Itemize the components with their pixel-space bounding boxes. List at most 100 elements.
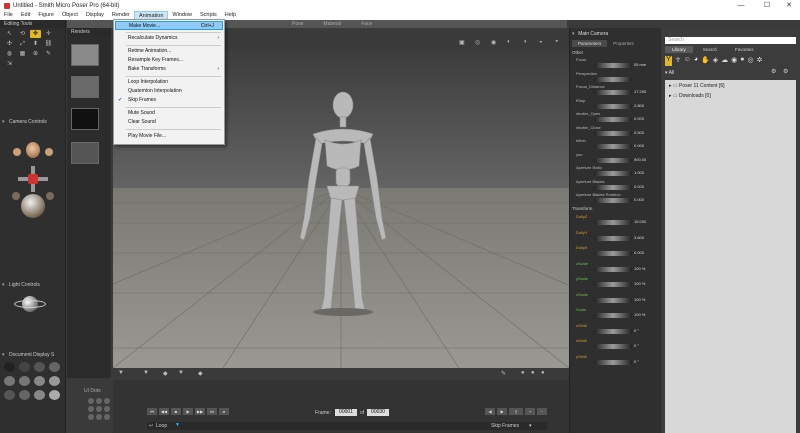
param-row[interactable]: Focal 55 mm — [576, 57, 660, 71]
twist-icon[interactable]: ✥ — [30, 30, 41, 38]
tab-favorites[interactable]: Favorites — [727, 46, 762, 53]
param-value[interactable]: 0 ° — [634, 343, 639, 348]
param-dial[interactable] — [594, 171, 632, 176]
expand-triangle-icon[interactable]: ▸ — [669, 83, 672, 89]
tab-properties[interactable]: Properties — [607, 40, 640, 47]
poses-icon[interactable]: ☥ — [675, 56, 680, 66]
view-magnifier-icon[interactable]: ⊕ — [30, 50, 41, 58]
param-row[interactable]: Aperture Blades Rotation 0.000 — [576, 192, 660, 206]
param-row[interactable]: shutter_Close 0.500 — [576, 125, 660, 139]
collapse-triangle-icon[interactable]: ▾ — [2, 282, 5, 288]
param-row[interactable]: Aperture Blades 0.000 — [576, 179, 660, 193]
param-row[interactable]: DollyY 3.600 — [576, 230, 660, 244]
total-frames-input[interactable]: 00030 — [367, 409, 389, 416]
param-value[interactable]: 0.000 — [634, 116, 644, 121]
dropdown-arrow-icon[interactable]: ▾ — [529, 423, 532, 429]
dot-icon[interactable]: ● — [531, 370, 535, 376]
library-action-icon[interactable]: ⚙ — [783, 68, 788, 75]
tab-parameters[interactable]: Parameters — [572, 40, 608, 47]
menu-item-bake-transforms[interactable]: Bake Transforms › — [115, 65, 223, 74]
camera-name[interactable]: Main Camera — [578, 31, 608, 37]
param-dial[interactable] — [594, 220, 632, 225]
param-dial[interactable] — [594, 103, 632, 109]
menu-item-loop-interpolation[interactable]: Loop Interpolation — [115, 78, 223, 87]
param-row[interactable]: yOrbit 0 ° — [576, 354, 660, 368]
param-dial[interactable] — [594, 90, 632, 95]
viewport-option-icon[interactable]: ▼ — [178, 370, 184, 376]
remove-key-button[interactable]: − — [537, 408, 547, 415]
view-icon[interactable]: ◉ — [491, 39, 496, 46]
param-value[interactable]: 0 ° — [634, 359, 639, 364]
lights-icon[interactable]: ☁ — [721, 56, 728, 66]
param-row[interactable]: zScale 100 % — [576, 261, 660, 275]
dot-icon[interactable]: ● — [541, 370, 545, 376]
display-style-lined-icon[interactable] — [4, 376, 15, 386]
menu-edit[interactable]: Edit — [17, 11, 34, 20]
loop-icon[interactable]: ↩ — [149, 423, 153, 429]
param-dial[interactable] — [594, 282, 632, 287]
playhead-icon[interactable]: ▼ — [175, 422, 180, 428]
menu-item-clear-sound[interactable]: Clear Sound — [115, 118, 223, 127]
menu-item-mute-sound[interactable]: Mute Sound — [115, 109, 223, 118]
param-row[interactable]: xOrbit 0 ° — [576, 338, 660, 352]
param-value[interactable]: 3.600 — [634, 235, 644, 240]
render-thumbnail[interactable] — [71, 76, 99, 98]
param-value[interactable]: 100 % — [634, 297, 645, 302]
param-dial[interactable] — [594, 198, 632, 203]
display-style-outline-icon[interactable] — [19, 362, 30, 372]
transform-section-title[interactable]: Transform — [572, 206, 592, 211]
color-icon[interactable]: ◍ — [4, 50, 15, 58]
materials-icon[interactable]: ● — [740, 56, 744, 66]
param-dial[interactable] — [594, 251, 632, 256]
display-style-silhouette-icon[interactable] — [4, 362, 15, 372]
frame-input[interactable]: 00001 — [335, 409, 357, 416]
display-style-flat-icon[interactable] — [19, 376, 30, 386]
minimize-button[interactable]: — — [730, 0, 752, 11]
display-style-hidden-line-icon[interactable] — [49, 362, 60, 372]
display-style-comic-icon[interactable] — [49, 390, 60, 400]
render-thumbnail[interactable] — [71, 142, 99, 164]
ui-dot-icon[interactable] — [88, 398, 94, 404]
figures-icon[interactable]: ϒ — [665, 56, 673, 66]
param-value[interactable]: 0.500 — [634, 130, 644, 135]
viewport-option-icon[interactable]: ◆ — [163, 370, 168, 377]
morph-brush-icon[interactable]: ✎ — [43, 50, 54, 58]
prev-key-button[interactable]: ◀ — [485, 408, 495, 415]
expressions-icon[interactable]: ☺ — [684, 56, 691, 66]
camera-plane-left-icon[interactable] — [12, 192, 20, 200]
ui-dot-icon[interactable] — [104, 414, 110, 420]
trackball-icon[interactable] — [21, 194, 45, 218]
timeline-scrubber[interactable]: ↩ Loop ▼ Skip Frames ▾ — [147, 422, 547, 430]
record-button[interactable]: ● — [219, 408, 229, 415]
taper-icon[interactable]: ⬍ — [30, 40, 41, 48]
tree-node[interactable]: ▸ ▭ Downloads [0] — [669, 93, 711, 99]
param-dial[interactable] — [594, 344, 632, 349]
prev-frame-button[interactable]: ◀◀ — [159, 408, 169, 415]
param-row[interactable]: Scale 100 % — [576, 307, 660, 321]
param-dial[interactable] — [594, 328, 632, 334]
scripts-icon[interactable]: ✲ — [757, 56, 763, 66]
param-value[interactable]: 17.290 — [634, 89, 646, 94]
ui-dot-icon[interactable] — [96, 398, 102, 404]
param-value[interactable]: 100 % — [634, 281, 645, 286]
key-icon[interactable]: ⚷ — [509, 408, 523, 415]
param-row[interactable]: zOrbit 0 ° — [576, 323, 660, 337]
move-icon[interactable]: ✣ — [4, 40, 15, 48]
view-icon[interactable]: ◑ — [523, 39, 527, 45]
expand-triangle-icon[interactable]: ▸ — [669, 93, 672, 99]
pen-icon[interactable]: ✎ — [501, 370, 506, 377]
menu-file[interactable]: File — [0, 11, 17, 20]
rotate-icon[interactable]: ⟲ — [17, 30, 28, 38]
ui-dot-icon[interactable] — [104, 406, 110, 412]
scale-icon[interactable]: ⤢ — [17, 40, 28, 48]
hair-icon[interactable]: ◕ — [694, 56, 698, 66]
param-dial[interactable] — [594, 76, 632, 82]
param-row[interactable]: hither 0.000 — [576, 138, 660, 152]
ui-dot-icon[interactable] — [88, 414, 94, 420]
param-value[interactable]: 0.000 — [634, 143, 644, 148]
last-frame-button[interactable]: ⏭ — [207, 408, 217, 415]
left-hand-camera-icon[interactable] — [13, 148, 21, 156]
menu-item-skip-frames[interactable]: ✔ Skip Frames — [115, 96, 223, 105]
param-dial[interactable] — [594, 130, 632, 136]
tab-material[interactable]: Material — [313, 20, 351, 28]
